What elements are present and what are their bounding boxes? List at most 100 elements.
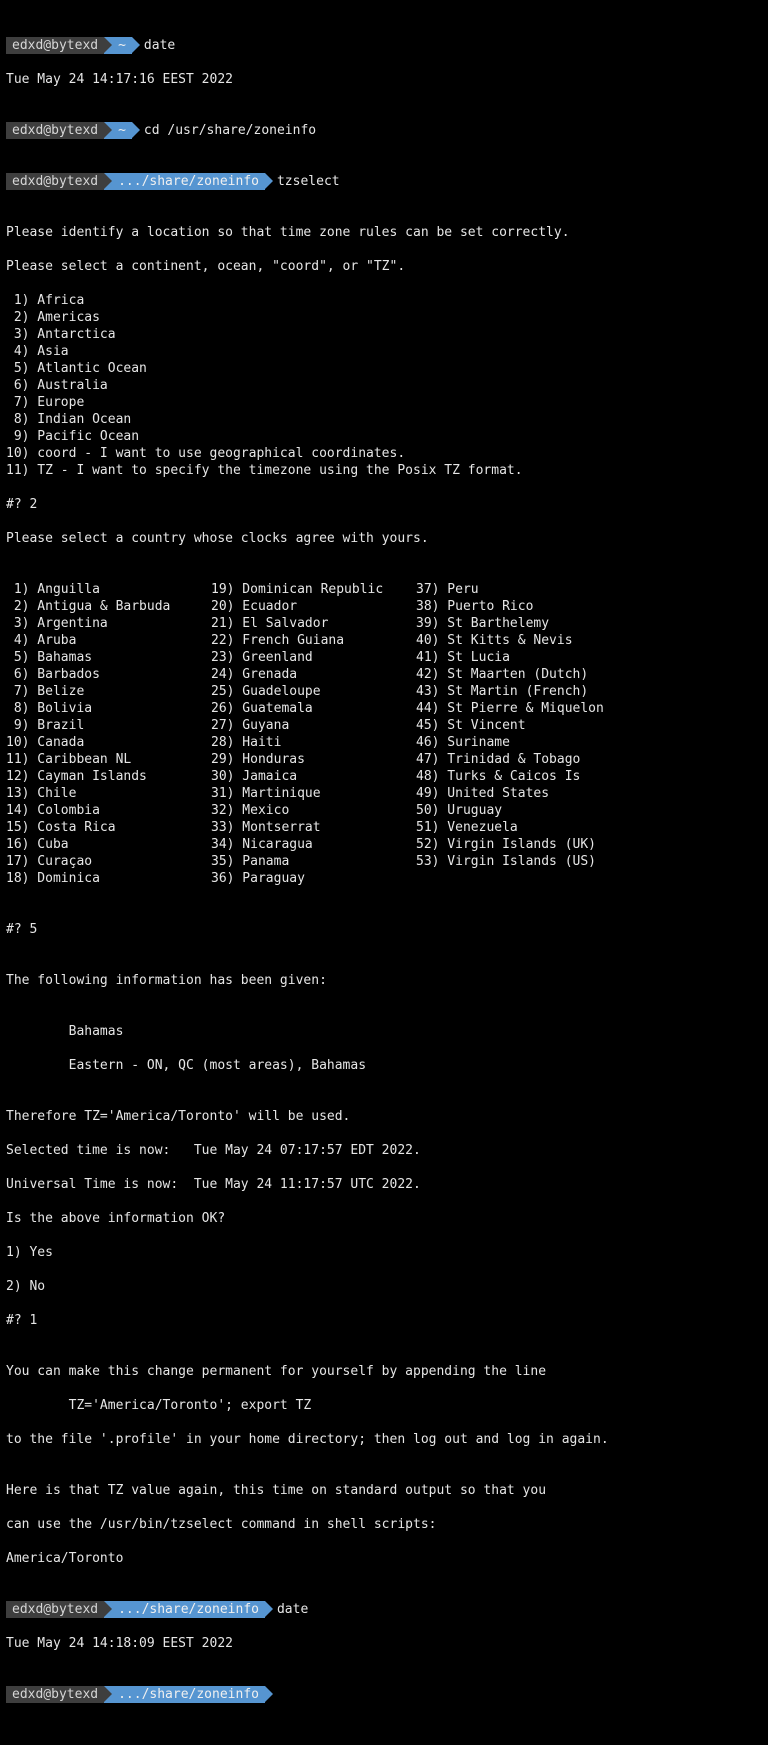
prompt-path: .../share/zoneinfo [104,1601,265,1618]
country-item: 37) Peru [416,581,621,598]
country-item: 52) Virgin Islands (UK) [416,836,621,853]
country-item: 39) St Barthelemy [416,615,621,632]
country-item: 46) Suriname [416,734,621,751]
tz-here-1: Here is that TZ value again, this time o… [6,1482,762,1499]
country-item: 34) Nicaragua [211,836,416,853]
country-item: 14) Colombia [6,802,211,819]
country-item: 51) Venezuela [416,819,621,836]
country-item: 45) St Vincent [416,717,621,734]
country-item: 5) Bahamas [6,649,211,666]
country-item: 2) Antigua & Barbuda [6,598,211,615]
continent-item: 1) Africa [6,292,762,309]
tz-here-2: can use the /usr/bin/tzselect command in… [6,1516,762,1533]
continent-item: 7) Europe [6,394,762,411]
tz-country-prompt: Please select a country whose clocks agr… [6,530,762,547]
country-col-2: 19) Dominican Republic20) Ecuador21) El … [211,581,416,887]
country-item: 22) French Guiana [211,632,416,649]
tz-prompt-2: Please select a continent, ocean, "coord… [6,258,762,275]
country-item: 43) St Martin (French) [416,683,621,700]
country-item: 31) Martinique [211,785,416,802]
country-item: 53) Virgin Islands (US) [416,853,621,870]
prompt-path: .../share/zoneinfo [104,1686,265,1703]
country-item: 27) Guyana [211,717,416,734]
country-item: 47) Trinidad & Tobago [416,751,621,768]
tz-answer-2: #? 5 [6,921,762,938]
country-item: 40) St Kitts & Nevis [416,632,621,649]
country-item: 44) St Pierre & Miquelon [416,700,621,717]
tz-value-output: America/Toronto [6,1550,762,1567]
country-item: 30) Jamaica [211,768,416,785]
continent-item: 2) Americas [6,309,762,326]
country-item: 12) Cayman Islands [6,768,211,785]
tz-answer-3: #? 1 [6,1312,762,1329]
date-output-1: Tue May 24 14:17:16 EEST 2022 [6,71,762,88]
country-item: 41) St Lucia [416,649,621,666]
country-col-3: 37) Peru38) Puerto Rico39) St Barthelemy… [416,581,621,887]
prompt-line-4[interactable]: edxd@bytexd .../share/zoneinfo date [6,1601,762,1618]
prompt-user: edxd@bytexd [6,37,104,54]
info-given-header: The following information has been given… [6,972,762,989]
info-zone-desc: Eastern - ON, QC (most areas), Bahamas [6,1057,762,1074]
country-item: 33) Montserrat [211,819,416,836]
country-item: 17) Curaçao [6,853,211,870]
tz-perm-1: You can make this change permanent for y… [6,1363,762,1380]
tz-answer-1: #? 2 [6,496,762,513]
continent-item: 8) Indian Ocean [6,411,762,428]
country-item: 9) Brazil [6,717,211,734]
country-item: 8) Bolivia [6,700,211,717]
country-item: 6) Barbados [6,666,211,683]
prompt-path: .../share/zoneinfo [104,173,265,190]
continent-item: 6) Australia [6,377,762,394]
country-item: 26) Guatemala [211,700,416,717]
prompt-line-3[interactable]: edxd@bytexd .../share/zoneinfo tzselect [6,173,762,190]
date-output-2: Tue May 24 14:18:09 EEST 2022 [6,1635,762,1652]
prompt-user: edxd@bytexd [6,173,104,190]
prompt-user: edxd@bytexd [6,1686,104,1703]
country-item: 18) Dominica [6,870,211,887]
continent-item: 10) coord - I want to use geographical c… [6,445,762,462]
prompt-line-2[interactable]: edxd@bytexd ~ cd /usr/share/zoneinfo [6,122,762,139]
continent-item: 4) Asia [6,343,762,360]
country-item: 10) Canada [6,734,211,751]
tz-therefore: Therefore TZ='America/Toronto' will be u… [6,1108,762,1125]
continent-item: 9) Pacific Ocean [6,428,762,445]
country-item: 11) Caribbean NL [6,751,211,768]
country-item: 48) Turks & Caicos Is [416,768,621,785]
tz-selected-time: Selected time is now: Tue May 24 07:17:5… [6,1142,762,1159]
tz-universal-time: Universal Time is now: Tue May 24 11:17:… [6,1176,762,1193]
prompt-line-5[interactable]: edxd@bytexd .../share/zoneinfo [6,1686,762,1703]
tz-ok-opt2: 2) No [6,1278,762,1295]
country-item: 15) Costa Rica [6,819,211,836]
country-item: 7) Belize [6,683,211,700]
country-item: 42) St Maarten (Dutch) [416,666,621,683]
country-item: 23) Greenland [211,649,416,666]
tz-perm-2: TZ='America/Toronto'; export TZ [6,1397,762,1414]
command-cd: cd /usr/share/zoneinfo [132,122,316,139]
country-item: 19) Dominican Republic [211,581,416,598]
country-item: 25) Guadeloupe [211,683,416,700]
country-columns: 1) Anguilla 2) Antigua & Barbuda 3) Arge… [6,581,762,887]
country-item: 3) Argentina [6,615,211,632]
country-item: 16) Cuba [6,836,211,853]
continent-item: 3) Antarctica [6,326,762,343]
command-tzselect: tzselect [265,173,340,190]
country-item: 13) Chile [6,785,211,802]
continent-item: 5) Atlantic Ocean [6,360,762,377]
country-item: 24) Grenada [211,666,416,683]
tz-perm-3: to the file '.profile' in your home dire… [6,1431,762,1448]
continent-item: 11) TZ - I want to specify the timezone … [6,462,762,479]
country-col-1: 1) Anguilla 2) Antigua & Barbuda 3) Arge… [6,581,211,887]
country-item: 50) Uruguay [416,802,621,819]
country-item: 38) Puerto Rico [416,598,621,615]
country-item: 20) Ecuador [211,598,416,615]
prompt-line-1[interactable]: edxd@bytexd ~ date [6,37,762,54]
country-item: 4) Aruba [6,632,211,649]
tz-ok-prompt: Is the above information OK? [6,1210,762,1227]
terminal-output: edxd@bytexd ~ date Tue May 24 14:17:16 E… [0,0,768,1745]
prompt-user: edxd@bytexd [6,1601,104,1618]
tz-ok-opt1: 1) Yes [6,1244,762,1261]
country-item: 49) United States [416,785,621,802]
tz-prompt-1: Please identify a location so that time … [6,224,762,241]
country-item: 21) El Salvador [211,615,416,632]
continent-list: 1) Africa 2) Americas 3) Antarctica 4) A… [6,292,762,479]
